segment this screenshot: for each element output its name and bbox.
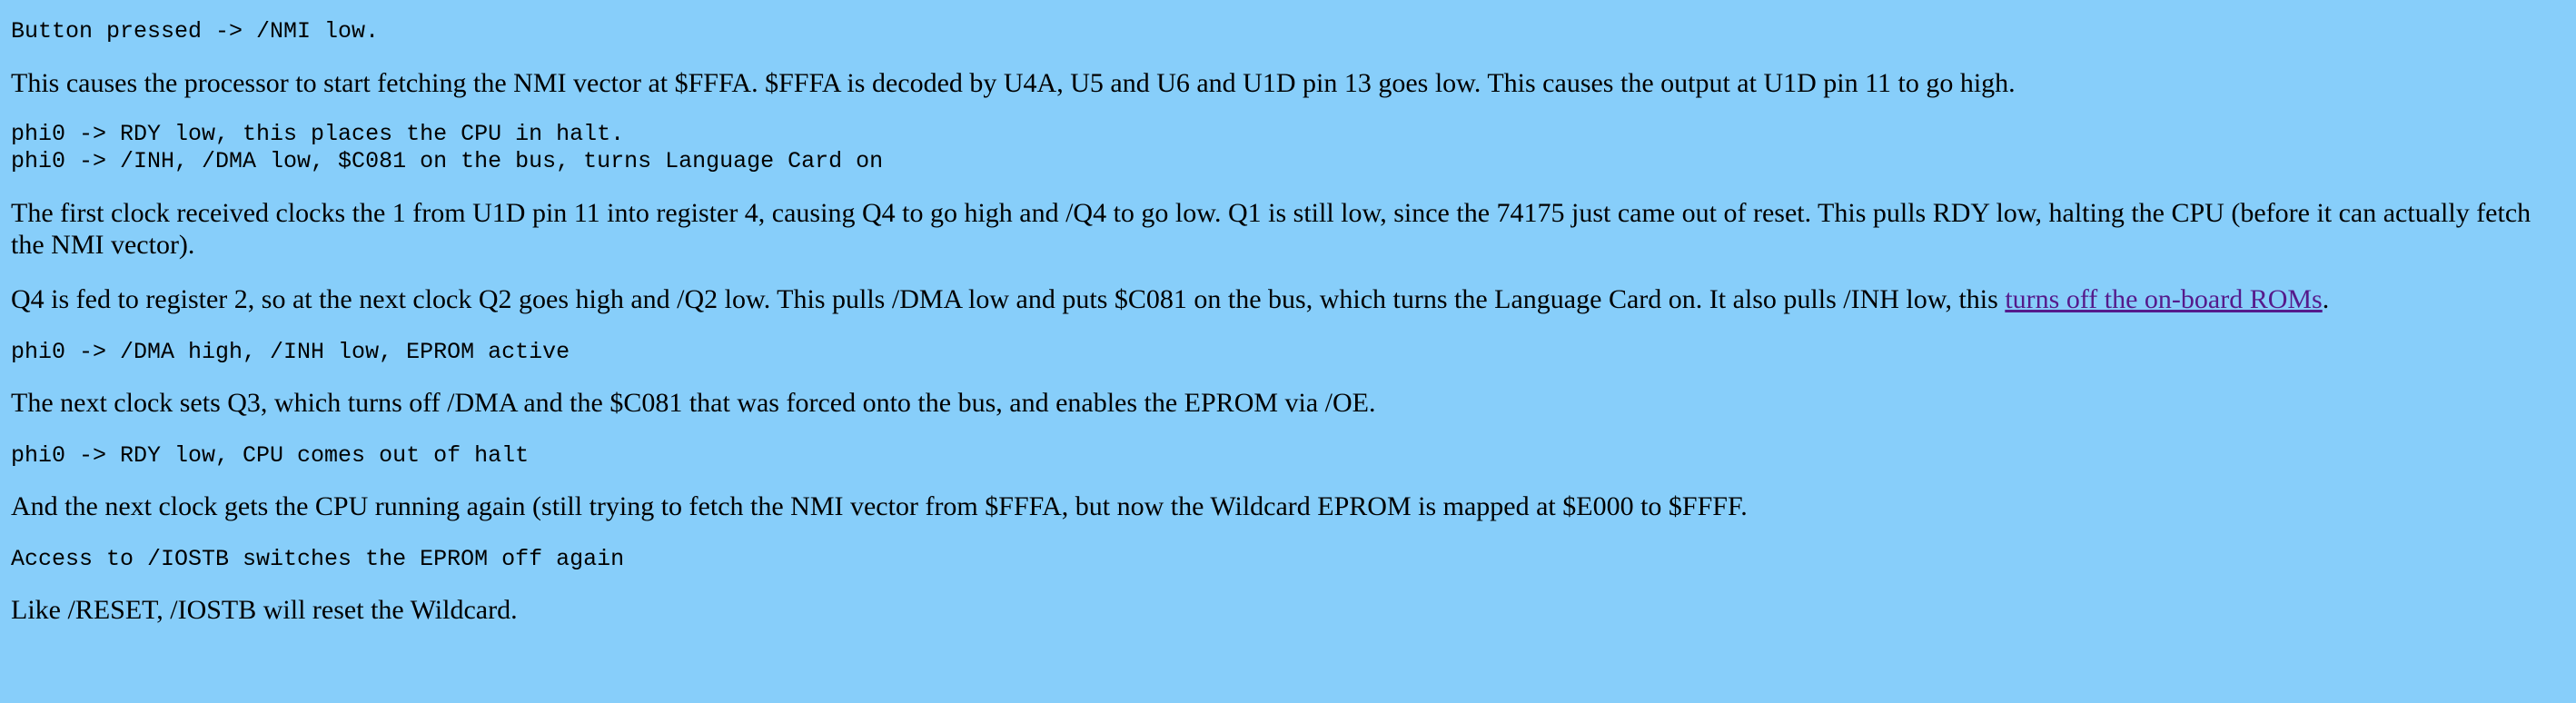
code-line: phi0 -> /DMA high, /INH low, EPROM activ…	[11, 339, 570, 365]
code-block-rdy-inh: phi0 -> RDY low, this places the CPU in …	[11, 121, 2565, 175]
code-block-out-of-halt: phi0 -> RDY low, CPU comes out of halt	[11, 442, 2565, 470]
code-block-eprom-active: phi0 -> /DMA high, /INH low, EPROM activ…	[11, 339, 2565, 366]
code-block-nmi-button: Button pressed -> /NMI low.	[11, 18, 2565, 45]
paragraph-nmi-vector: This causes the processor to start fetch…	[11, 68, 2016, 98]
paragraph-next-clock-q3: The next clock sets Q3, which turns off …	[11, 388, 1376, 418]
code-block-iostb: Access to /IOSTB switches the EPROM off …	[11, 546, 2565, 573]
paragraph-first-clock: The first clock received clocks the 1 fr…	[11, 198, 2531, 260]
paragraph-text: .	[2322, 284, 2330, 314]
code-line: Button pressed -> /NMI low.	[11, 18, 380, 45]
rom-link[interactable]: turns off the on-board ROMs	[2005, 284, 2322, 314]
paragraph-cpu-running: And the next clock gets the CPU running …	[11, 491, 1748, 521]
code-line: Access to /IOSTB switches the EPROM off …	[11, 546, 625, 572]
code-line: phi0 -> RDY low, CPU comes out of halt	[11, 442, 530, 469]
document-page: Button pressed -> /NMI low. This causes …	[0, 0, 2576, 626]
paragraph-reset-wildcard: Like /RESET, /IOSTB will reset the Wildc…	[11, 595, 518, 625]
paragraph-text: Q4 is fed to register 2, so at the next …	[11, 284, 2006, 314]
code-line: phi0 -> RDY low, this places the CPU in …	[11, 121, 625, 147]
paragraph-register-two: Q4 is fed to register 2, so at the next …	[11, 283, 2565, 315]
code-line: phi0 -> /INH, /DMA low, $C081 on the bus…	[11, 148, 884, 174]
